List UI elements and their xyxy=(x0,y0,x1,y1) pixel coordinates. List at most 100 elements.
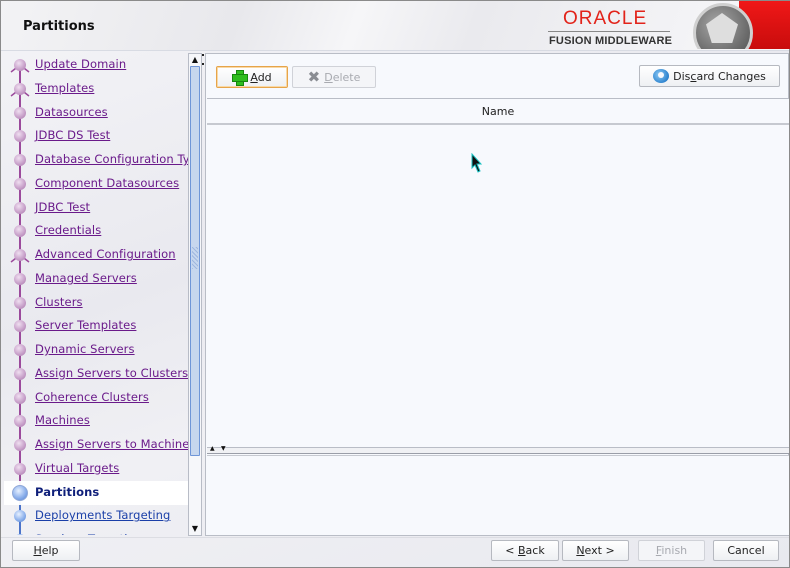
sidebar-item-dynamic-servers[interactable]: Dynamic Servers xyxy=(4,338,189,362)
partitions-panel: Add ✖ Delete Discard Changes Name ▲ ▼ xyxy=(205,53,789,536)
sidebar-item-label: Managed Servers xyxy=(35,270,137,285)
detail-pane xyxy=(207,455,789,535)
splitter-up-arrow-icon[interactable]: ▲ xyxy=(210,445,215,452)
scrollbar-thumb[interactable] xyxy=(190,66,200,456)
wizard-steps-nav: Update Domain Templates Datasources JDBC DS… xyxy=(4,53,189,535)
sidebar-item-server-templates[interactable]: Server Templates xyxy=(4,314,189,338)
sidebar-item-update-domain[interactable]: Update Domain xyxy=(4,53,189,77)
discard-button-label: Discard Changes xyxy=(673,69,766,83)
oracle-wordmark: ORACLE xyxy=(563,8,648,29)
sidebar-item-label: Clusters xyxy=(35,294,83,309)
sidebar-item-virtual-targets[interactable]: Virtual Targets xyxy=(4,457,189,481)
step-node-icon xyxy=(14,534,26,535)
sidebar-item-label: Assign Servers to Machines xyxy=(35,437,189,451)
next-button-label: Next > xyxy=(576,544,615,557)
sidebar-item-jdbc-test[interactable]: JDBC Test xyxy=(4,196,189,220)
brand-divider xyxy=(548,31,670,32)
delete-x-icon: ✖ xyxy=(307,68,321,86)
sidebar-item-database-configuration-type[interactable]: Database Configuration Type xyxy=(4,148,189,172)
sidebar-item-label: Machines xyxy=(35,413,90,428)
help-button[interactable]: Help xyxy=(12,540,80,561)
sidebar-item-label: JDBC DS Test xyxy=(35,128,111,143)
finish-button[interactable]: Finish xyxy=(638,540,705,561)
scroll-down-arrow-icon[interactable]: ▼ xyxy=(189,523,201,535)
step-node-icon xyxy=(14,106,26,119)
current-step-icon xyxy=(12,484,28,501)
step-node-icon xyxy=(14,367,26,380)
sidebar-item-label: Deployments Targeting xyxy=(35,508,171,523)
fork-node-icon xyxy=(14,59,26,71)
sidebar-item-label: Credentials xyxy=(35,223,102,238)
sidebar-item-machines[interactable]: Machines xyxy=(4,409,189,433)
step-node-icon xyxy=(14,201,26,214)
sidebar-item-label: JDBC Test xyxy=(35,199,91,214)
delete-button[interactable]: ✖ Delete xyxy=(292,66,376,88)
step-node-icon xyxy=(14,415,26,428)
product-name: FUSION MIDDLEWARE xyxy=(549,35,673,47)
footer-divider xyxy=(1,537,789,538)
sidebar-item-label: Update Domain xyxy=(35,57,127,71)
sidebar-item-label: Datasources xyxy=(35,104,108,119)
scrollbar-grip-icon xyxy=(192,247,198,269)
scroll-up-arrow-icon[interactable]: ▲ xyxy=(189,54,201,66)
step-node-icon xyxy=(14,344,26,356)
step-node-icon xyxy=(14,296,26,309)
back-button-label: < Back xyxy=(505,544,545,557)
sidebar-item-label: Services Targeting xyxy=(35,532,142,535)
cancel-button-label: Cancel xyxy=(727,544,765,557)
help-button-label: Help xyxy=(33,544,59,557)
discard-changes-button[interactable]: Discard Changes xyxy=(639,65,780,87)
sidebar-item-label: Partitions xyxy=(35,484,100,499)
splitter-down-arrow-icon[interactable]: ▼ xyxy=(221,445,226,452)
step-node-icon xyxy=(14,225,26,238)
sidebar-item-deployments-targeting[interactable]: Deployments Targeting xyxy=(4,504,189,528)
sidebar-item-jdbc-ds-test[interactable]: JDBC DS Test xyxy=(4,124,189,148)
sidebar-item-clusters[interactable]: Clusters xyxy=(4,291,189,315)
column-header-name[interactable]: Name xyxy=(207,99,789,125)
delete-button-label: Delete xyxy=(324,70,361,84)
sidebar-item-label: Coherence Clusters xyxy=(35,389,149,404)
sidebar-item-assign-servers-to-clusters[interactable]: Assign Servers to Clusters xyxy=(4,362,189,386)
step-node-icon xyxy=(14,177,26,190)
sidebar-item-label: Virtual Targets xyxy=(35,460,120,475)
sidebar-scrollbar[interactable]: ▲ ▼ xyxy=(188,53,202,536)
back-button[interactable]: < Back xyxy=(491,540,559,561)
step-node-icon xyxy=(14,130,26,143)
sidebar-item-advanced-configuration[interactable]: Advanced Configuration xyxy=(4,243,189,267)
sidebar-item-credentials[interactable]: Credentials xyxy=(4,219,189,243)
table-body[interactable] xyxy=(207,125,789,445)
oracle-logo: ORACLE FUSION MIDDLEWARE xyxy=(548,5,676,49)
step-node-icon xyxy=(14,462,26,475)
fork-node-icon xyxy=(14,249,26,261)
sidebar-item-label: Assign Servers to Clusters xyxy=(35,365,189,380)
step-node-icon xyxy=(14,320,26,333)
sidebar-item-services-targeting[interactable]: Services Targeting xyxy=(4,528,189,535)
mouse-cursor-icon xyxy=(471,153,483,173)
fork-node-icon xyxy=(14,82,26,95)
add-button-label: Add xyxy=(250,70,272,84)
sidebar-item-assign-servers-to-machines[interactable]: Assign Servers to Machines xyxy=(4,433,189,457)
sidebar-item-templates[interactable]: Templates xyxy=(4,77,189,101)
step-node-icon xyxy=(14,154,26,166)
sidebar-item-partitions[interactable]: Partitions xyxy=(4,480,189,505)
partitions-table: Name xyxy=(207,98,789,448)
sidebar-item-coherence-clusters[interactable]: Coherence Clusters xyxy=(4,386,189,410)
cancel-button[interactable]: Cancel xyxy=(713,540,779,561)
page-title: Partitions xyxy=(23,19,95,34)
step-node-icon xyxy=(14,272,26,285)
sidebar-item-datasources[interactable]: Datasources xyxy=(4,101,189,125)
sidebar-item-label: Templates xyxy=(35,80,95,95)
sidebar-item-label: Dynamic Servers xyxy=(35,342,135,356)
step-node-icon xyxy=(14,510,26,523)
column-header-label: Name xyxy=(481,104,515,118)
wizard-header: Partitions ORACLE FUSION MIDDLEWARE xyxy=(1,1,790,51)
sidebar-item-component-datasources[interactable]: Component Datasources xyxy=(4,172,189,196)
sidebar-item-label: Component Datasources xyxy=(35,175,180,190)
plus-icon xyxy=(232,70,249,86)
next-button[interactable]: Next > xyxy=(562,540,629,561)
detail-splitter[interactable]: ▲ ▼ xyxy=(207,445,789,454)
sidebar-item-label: Advanced Configuration xyxy=(35,247,176,261)
wizard-window: Partitions ORACLE FUSION MIDDLEWARE Upda… xyxy=(0,0,790,568)
add-button[interactable]: Add xyxy=(216,66,288,88)
sidebar-item-managed-servers[interactable]: Managed Servers xyxy=(4,267,189,291)
